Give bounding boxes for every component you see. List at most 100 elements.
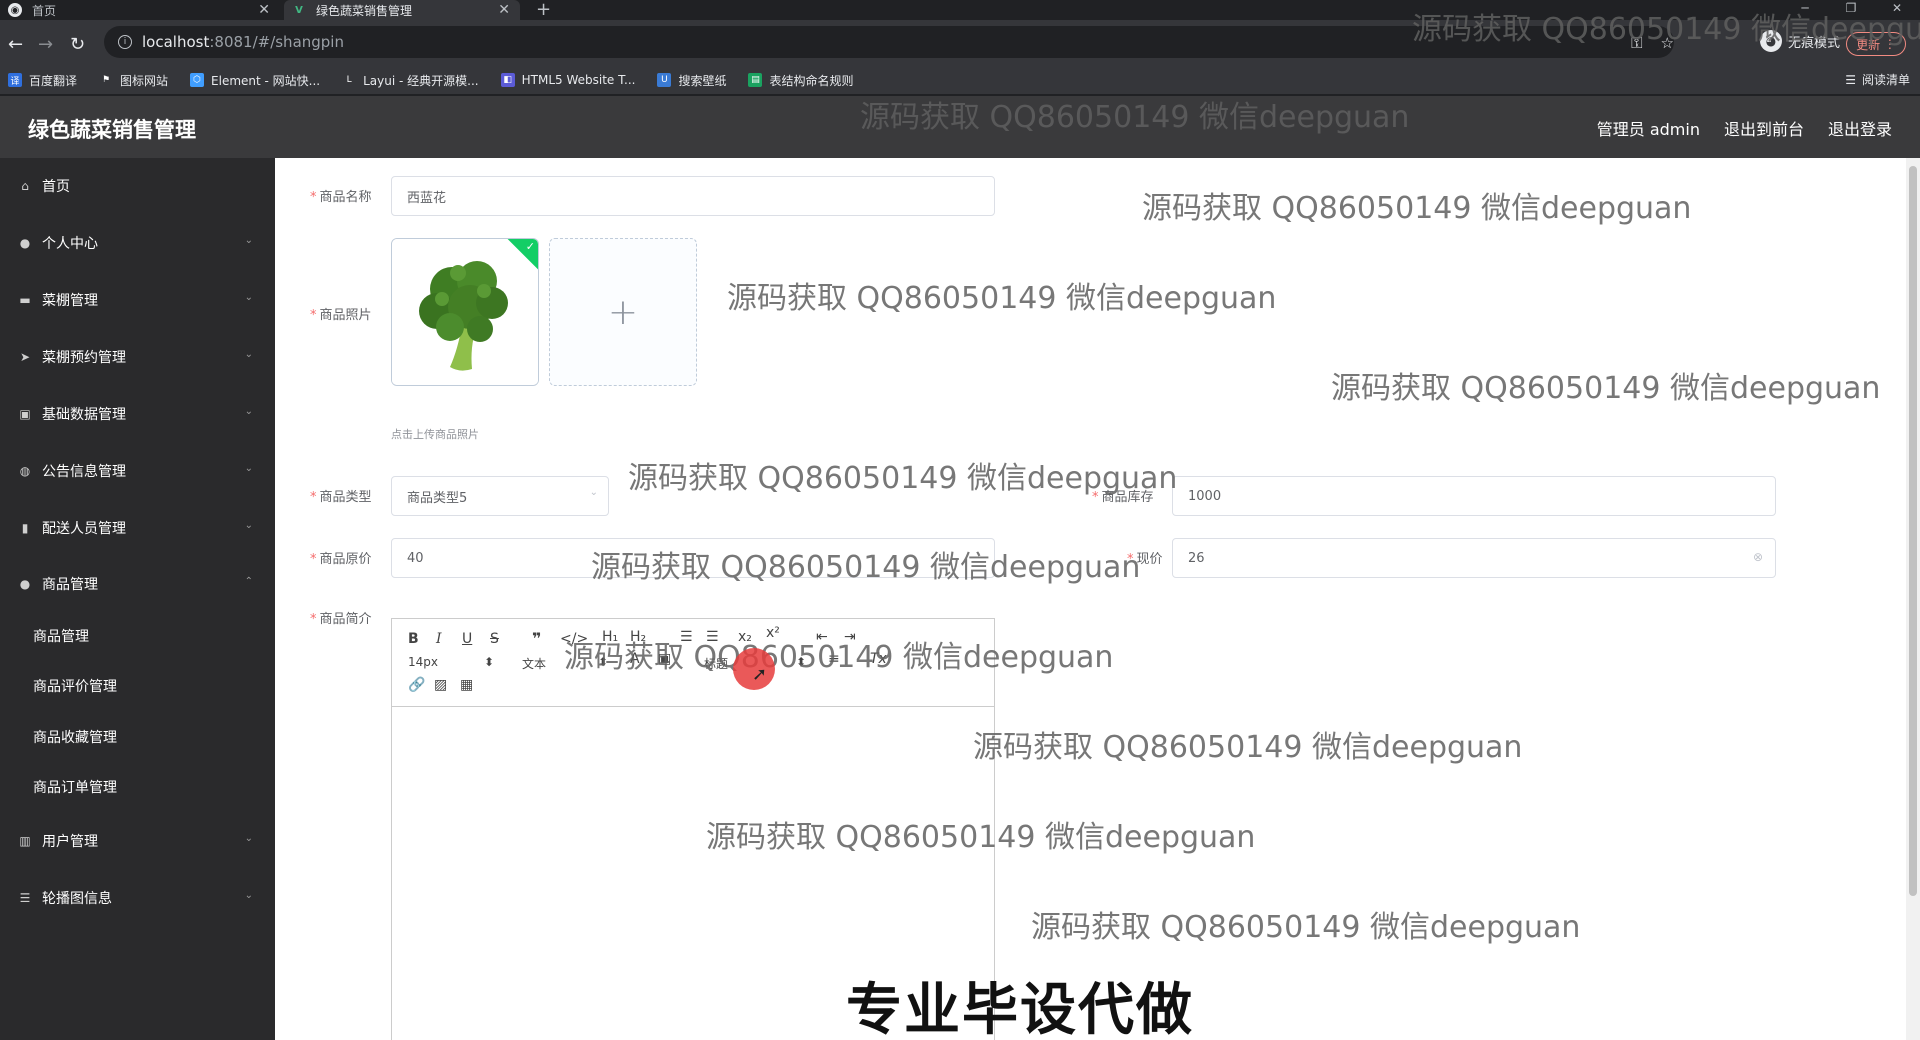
- watermark: 源码获取 QQ86050149 微信deepguan: [706, 820, 1256, 855]
- browser-tab-active[interactable]: V 绿色蔬菜销售管理 ✕: [284, 0, 520, 20]
- reading-list-label: 阅读清单: [1861, 73, 1910, 87]
- back-icon[interactable]: ←: [8, 34, 23, 55]
- globe-icon: ◍: [19, 464, 31, 478]
- check-icon: ✓: [525, 240, 535, 253]
- sidebar-item-label: 公告信息管理: [42, 464, 126, 480]
- watermark: 源码获取 QQ86050149 微信deepguan: [1331, 371, 1881, 406]
- scrollbar-thumb[interactable]: [1909, 166, 1917, 896]
- flag-icon: ⚑: [101, 75, 111, 85]
- sidebar-subitem-orders[interactable]: 商品订单管理: [0, 767, 275, 807]
- reading-list[interactable]: ☰ 阅读清单: [1845, 71, 1910, 88]
- bookmark-item[interactable]: ▤ 表结构命名规则: [748, 72, 853, 89]
- bookmark-item[interactable]: ⬡ Element - 网站快...: [190, 72, 320, 89]
- watermark: 源码获取 QQ86050149 微信deepguan: [591, 550, 1141, 585]
- chevron-down-icon: ⌄: [244, 292, 253, 303]
- clear-icon[interactable]: ⊗: [1753, 550, 1763, 564]
- bookmark-item[interactable]: ⚑ 图标网站: [99, 72, 168, 89]
- chevron-down-icon: ⌄: [244, 349, 253, 360]
- tab-title: 绿色蔬菜销售管理: [316, 3, 413, 18]
- goods-stock-input[interactable]: 1000: [1172, 476, 1776, 516]
- sidebar-item-greenhouse[interactable]: ▬ 菜棚管理 ⌄: [0, 280, 275, 320]
- new-tab-icon[interactable]: +: [536, 0, 551, 20]
- chevron-down-icon: ⌄: [589, 487, 598, 498]
- sidebar-item-basedata[interactable]: ▣ 基础数据管理 ⌄: [0, 394, 275, 434]
- plus-icon: +: [607, 291, 639, 333]
- goods-type-select[interactable]: 商品类型5 ⌄: [391, 476, 609, 516]
- goods-name-value: 西蓝花: [407, 190, 447, 206]
- strikethrough-icon[interactable]: S: [490, 631, 499, 647]
- broccoli-image: [392, 239, 538, 385]
- bookmark-item[interactable]: L Layui - 经典开源模...: [342, 72, 479, 89]
- sidebar-item-label: 首页: [42, 179, 70, 195]
- sidebar-item-delivery[interactable]: ▮ 配送人员管理 ⌄: [0, 508, 275, 548]
- page-scrollbar[interactable]: [1906, 158, 1920, 1040]
- chevron-down-icon: ⌄: [244, 890, 253, 901]
- watermark: 源码获取 QQ86050149 微信deepguan: [1412, 12, 1920, 47]
- sliders-icon: ☰: [19, 891, 31, 905]
- goods-photo-thumbnail[interactable]: ✓: [391, 238, 539, 386]
- link-icon[interactable]: 🔗: [408, 677, 425, 693]
- format-text-select[interactable]: 文本: [522, 655, 546, 672]
- sidebar-subitem-reviews[interactable]: 商品评价管理: [0, 666, 275, 706]
- image-icon[interactable]: ▨: [434, 677, 447, 693]
- bar-chart-icon: ▮: [21, 521, 29, 535]
- sidebar-item-profile[interactable]: ● 个人中心 ⌄: [0, 223, 275, 263]
- underline-icon[interactable]: U: [462, 631, 472, 647]
- goods-type-value: 商品类型5: [407, 490, 468, 506]
- sidebar-item-reservation[interactable]: ➤ 菜棚预约管理 ⌄: [0, 337, 275, 377]
- goods-name-input[interactable]: 西蓝花: [391, 176, 995, 216]
- browser-tab-home[interactable]: ◉ 首页 ✕: [0, 0, 280, 20]
- back-to-front-link[interactable]: 退出到前台: [1724, 116, 1804, 140]
- bookmark-label: 搜索壁纸: [678, 73, 727, 88]
- sidebar-subitem-label: 商品订单管理: [33, 780, 117, 796]
- table-icon: ▤: [748, 73, 763, 87]
- sidebar-item-label: 个人中心: [42, 236, 98, 252]
- watermark: 源码获取 QQ86050149 微信deepguan: [973, 730, 1523, 765]
- logout-link[interactable]: 退出登录: [1828, 116, 1892, 140]
- user-icon: ●: [19, 236, 31, 250]
- chevron-up-icon: ⌃: [244, 576, 253, 587]
- upload-tip: 点击上传商品照片: [391, 428, 479, 441]
- sidebar-item-label: 基础数据管理: [42, 407, 126, 423]
- clipboard-icon: ▣: [19, 407, 31, 421]
- header-links: 管理员 admin 退出到前台 退出登录: [1597, 116, 1892, 140]
- sidebar-item-home[interactable]: ⌂ 首页: [0, 166, 275, 206]
- blockquote-icon[interactable]: ❞: [532, 629, 541, 648]
- sidebar-subitem-goods[interactable]: 商品管理: [0, 616, 275, 656]
- bookmark-item[interactable]: U 搜索壁纸: [657, 72, 726, 89]
- goods-type-label: * 商品类型: [310, 490, 372, 505]
- font-size-select[interactable]: 14px: [408, 655, 438, 669]
- sidebar-subitem-label: 商品评价管理: [33, 679, 117, 695]
- bold-icon[interactable]: B: [408, 631, 419, 647]
- sidebar-item-label: 菜棚管理: [42, 293, 98, 309]
- sidebar-item-label: 用户管理: [42, 834, 98, 850]
- italic-icon[interactable]: I: [436, 631, 442, 647]
- sidebar-item-goods[interactable]: ● 商品管理 ⌃: [0, 564, 275, 604]
- close-tab-icon[interactable]: ✕: [498, 2, 510, 18]
- reload-icon[interactable]: ↻: [70, 34, 85, 55]
- original-price-label: * 商品原价: [310, 552, 372, 567]
- send-icon: ➤: [19, 350, 31, 364]
- sidebar-item-carousel[interactable]: ☰ 轮播图信息 ⌄: [0, 878, 275, 918]
- video-icon[interactable]: ▦: [460, 677, 473, 693]
- bookmark-item[interactable]: ◧ HTML5 Website T...: [500, 73, 635, 87]
- url-path: :8081/#/shangpin: [209, 33, 344, 51]
- intro-label: * 商品简介: [310, 612, 372, 627]
- sidebar-item-notice[interactable]: ◍ 公告信息管理 ⌄: [0, 451, 275, 491]
- html5-icon: ◧: [500, 73, 515, 87]
- current-price-input[interactable]: 26 ⊗: [1172, 538, 1776, 578]
- watermark: 源码获取 QQ86050149 微信deepguan: [860, 100, 1410, 135]
- upload-add-button[interactable]: +: [549, 238, 697, 386]
- close-tab-icon[interactable]: ✕: [258, 2, 270, 18]
- sidebar-subitem-favorites[interactable]: 商品收藏管理: [0, 717, 275, 757]
- forward-icon[interactable]: →: [38, 34, 53, 55]
- bookmarks-bar: 译百度翻译 ⚑ 图标网站 ⬡ Element - 网站快... L Layui - 经…: [0, 66, 1920, 94]
- sidebar-item-users[interactable]: ▥ 用户管理 ⌄: [0, 821, 275, 861]
- watermark: 源码获取 QQ86050149 微信deepguan: [1031, 910, 1581, 945]
- current-price-value: 26: [1188, 550, 1205, 566]
- site-info-icon[interactable]: i: [118, 35, 132, 49]
- bookmark-item[interactable]: 译百度翻译: [8, 72, 77, 89]
- chevron-down-icon: ⌄: [244, 520, 253, 531]
- chrome-icon: ◉: [8, 3, 22, 17]
- layui-icon: L: [346, 75, 352, 85]
